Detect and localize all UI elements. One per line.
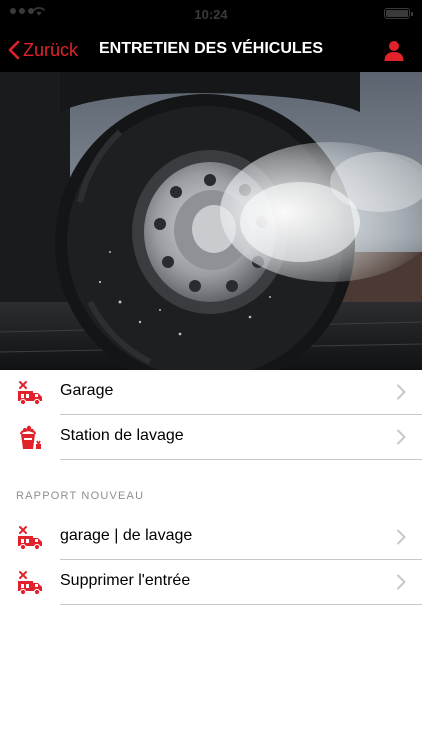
- chevron-right-icon: [397, 429, 406, 445]
- list-item-label: Garage: [60, 382, 114, 399]
- separator: [60, 604, 422, 605]
- section-header: RAPPORT NOUVEAU: [16, 490, 145, 502]
- truck-service-icon: [18, 571, 42, 596]
- chevron-right-icon: [397, 384, 406, 400]
- status-bar: 10:24: [0, 0, 422, 28]
- list-item-station-de-lavage[interactable]: Station de lavage: [0, 415, 422, 460]
- list-item-label: garage | de lavage: [60, 527, 193, 544]
- list-item-supprimer-entree[interactable]: Supprimer l'entrée: [0, 560, 422, 605]
- chevron-right-icon: [397, 529, 406, 545]
- list-item-garage-lavage[interactable]: garage | de lavage: [0, 515, 422, 560]
- list-item-label: Station de lavage: [60, 427, 184, 444]
- navigation-bar: Zurück ENTRETIEN DES VÉHICULES: [0, 28, 422, 72]
- truck-service-icon: [18, 526, 42, 551]
- hero-image: [0, 72, 422, 370]
- page-title: ENTRETIEN DES VÉHICULES: [98, 40, 324, 57]
- separator: [60, 459, 422, 460]
- bucket-wash-icon: [20, 425, 41, 449]
- service-list: Garage Station de lavage: [0, 370, 422, 460]
- chevron-right-icon: [397, 574, 406, 590]
- truck-service-icon: [18, 381, 42, 406]
- status-time: 10:24: [194, 7, 228, 22]
- list-item-label: Supprimer l'entrée: [60, 572, 191, 589]
- report-list: garage | de lavage Supprimer l'entrée: [0, 515, 422, 605]
- list-item-garage[interactable]: Garage: [0, 370, 422, 415]
- battery-icon: [384, 8, 413, 19]
- user-icon[interactable]: [382, 38, 406, 62]
